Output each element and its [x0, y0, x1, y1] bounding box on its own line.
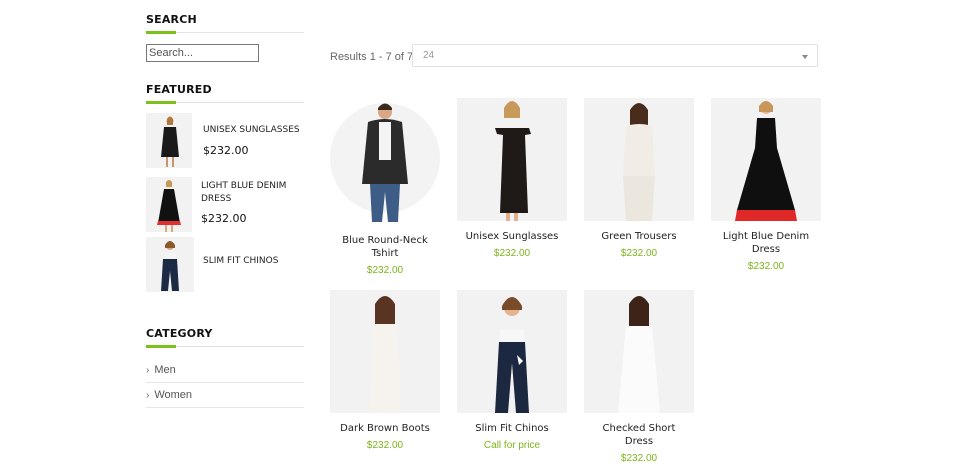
product-image[interactable] — [584, 98, 694, 221]
product-image[interactable] — [457, 290, 567, 413]
product-name[interactable]: Unisex Sunglasses — [457, 230, 567, 243]
product-price: $232.00 — [366, 265, 404, 276]
product-name[interactable]: Light Blue Denim Dress — [711, 230, 821, 256]
product-name[interactable]: Dark Brown Boots — [330, 422, 440, 435]
featured-item-image[interactable] — [146, 237, 194, 292]
chevron-right-icon: › — [146, 389, 150, 401]
featured-item-price: $232.00 — [203, 144, 249, 157]
product-image[interactable] — [457, 98, 567, 221]
product-image[interactable] — [330, 290, 440, 413]
product-image[interactable] — [330, 98, 440, 225]
search-input[interactable] — [146, 44, 259, 62]
product-price: $232.00 — [493, 248, 531, 259]
category-item-women[interactable]: › Women — [146, 383, 304, 408]
featured-item-name[interactable]: LIGHT BLUE DENIM DRESS — [201, 180, 301, 206]
results-toolbar: Results 1 - 7 of 7 24 — [330, 44, 820, 69]
product-price: $232.00 — [747, 261, 785, 272]
category-item-label[interactable]: Men — [154, 364, 175, 376]
per-page-value: 24 — [423, 50, 435, 61]
featured-item-unisex-sunglasses[interactable]: UNISEX SUNGLASSES $232.00 — [146, 113, 304, 169]
chevron-right-icon: › — [146, 364, 150, 376]
product-price: Call for price — [483, 440, 541, 451]
featured-item-slim-fit-chinos[interactable]: SLIM FIT CHINOS — [146, 237, 304, 293]
product-card[interactable]: Blue Round-Neck Tshirt $232.00 — [330, 98, 440, 276]
product-price: $232.00 — [620, 453, 658, 464]
featured-item-name[interactable]: UNISEX SUNGLASSES — [203, 124, 303, 137]
product-card[interactable]: Dark Brown Boots $232.00 — [330, 290, 440, 451]
featured-item-image[interactable] — [146, 177, 192, 232]
product-card[interactable]: Unisex Sunglasses $232.00 — [457, 98, 567, 259]
category-item-label[interactable]: Women — [154, 389, 192, 401]
product-image[interactable] — [711, 98, 821, 221]
featured-item-name[interactable]: SLIM FIT CHINOS — [203, 255, 303, 268]
category-list: › Men › Women — [146, 358, 304, 408]
product-price: $232.00 — [620, 248, 658, 259]
category-widget-title: CATEGORY — [146, 327, 304, 348]
search-widget-title: SEARCH — [146, 13, 304, 34]
product-card[interactable]: Slim Fit Chinos Call for price — [457, 290, 567, 451]
product-card[interactable]: Checked Short Dress $232.00 — [584, 290, 694, 464]
product-image[interactable] — [584, 290, 694, 413]
product-name[interactable]: Slim Fit Chinos — [457, 422, 567, 435]
product-name[interactable]: Green Trousers — [584, 230, 694, 243]
product-name[interactable]: Blue Round-Neck Tshirt — [330, 234, 440, 260]
featured-item-price: $232.00 — [201, 212, 247, 225]
product-price: $232.00 — [366, 440, 404, 451]
featured-widget-title: FEATURED — [146, 83, 304, 104]
featured-item-image[interactable] — [146, 113, 192, 168]
results-count: Results 1 - 7 of 7 — [330, 51, 414, 63]
product-card[interactable]: Light Blue Denim Dress $232.00 — [711, 98, 821, 272]
caret-down-icon — [802, 55, 808, 59]
featured-item-light-blue-denim-dress[interactable]: LIGHT BLUE DENIM DRESS $232.00 — [146, 177, 304, 233]
category-item-men[interactable]: › Men — [146, 358, 304, 383]
product-name[interactable]: Checked Short Dress — [584, 422, 694, 448]
per-page-select[interactable]: 24 — [412, 44, 818, 67]
product-card[interactable]: Green Trousers $232.00 — [584, 98, 694, 259]
